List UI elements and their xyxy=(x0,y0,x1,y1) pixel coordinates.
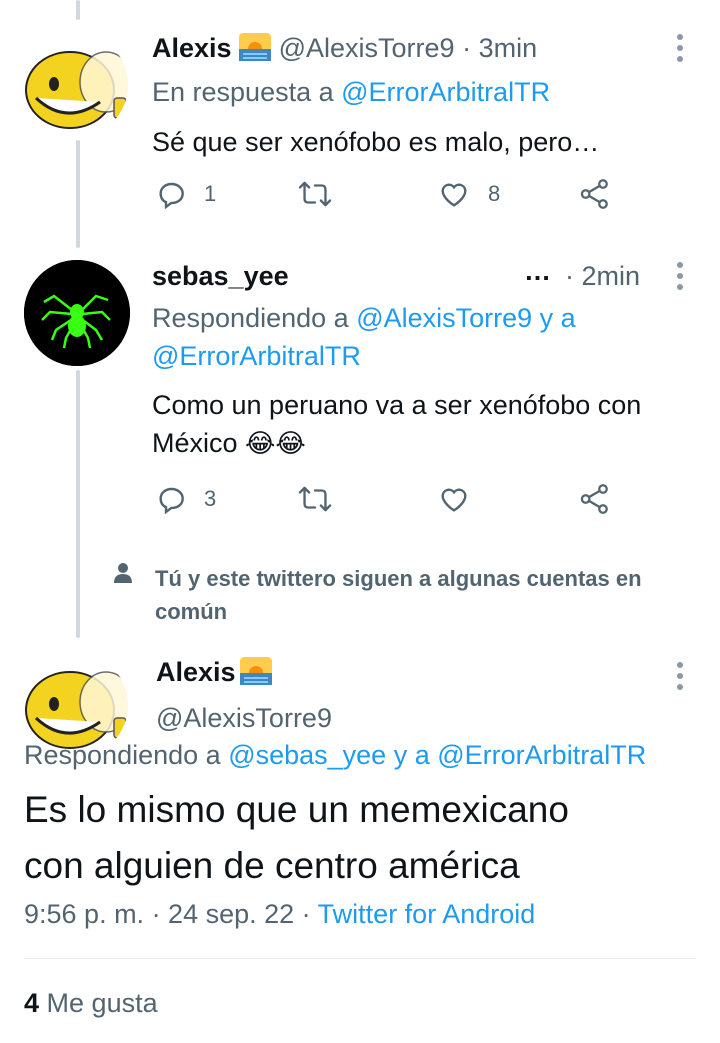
thread-line-mid xyxy=(76,140,80,248)
handle[interactable]: @AlexisTorre9 xyxy=(279,33,455,63)
mutual-text-line-1: Tú y este twittero siguen a algunas cuen… xyxy=(155,566,642,591)
reply-button[interactable]: 3 xyxy=(156,483,216,515)
reply-icon xyxy=(159,487,184,515)
reply-count: 1 xyxy=(204,181,217,206)
tweet-text-line-2: con alguien de centro américa xyxy=(24,845,520,886)
share-icon xyxy=(580,484,608,514)
likes-count: 4 xyxy=(24,988,40,1018)
like-button[interactable]: 8 xyxy=(438,178,500,210)
reply-prefix: Respondiendo a xyxy=(152,303,349,333)
tweet-text-line-1: Como un peruano va a ser xenófobo con xyxy=(152,390,642,420)
reply-prefix: Respondiendo a xyxy=(24,740,221,770)
tweet-timestamp[interactable]: 9:56 p. m. · 24 sep. 22 · xyxy=(24,899,311,929)
sunrise-emoji xyxy=(240,657,273,685)
more-icon[interactable] xyxy=(676,262,684,290)
like-count: 8 xyxy=(488,181,501,206)
tweet-text: Sé que ser xenófobo es malo, pero… xyxy=(152,127,600,157)
tweet-text-line-1: Es lo mismo que un memexicano xyxy=(24,789,569,830)
retweet-icon xyxy=(298,181,332,207)
timestamp[interactable]: · 3min xyxy=(462,33,537,63)
display-name[interactable]: sebas_yee xyxy=(152,261,289,292)
share-button[interactable] xyxy=(579,178,611,210)
reply-mention-2[interactable]: @ErrorArbitralTR xyxy=(152,337,361,375)
reply-prefix: En respuesta a xyxy=(152,77,334,107)
display-name[interactable]: Alexis xyxy=(156,657,236,687)
more-icon[interactable] xyxy=(676,662,684,690)
timestamp[interactable]: · 2min xyxy=(565,261,640,292)
reply-mention-1[interactable]: @AlexisTorre9 xyxy=(356,303,532,333)
like-icon xyxy=(441,488,467,512)
reply-connector[interactable]: y a xyxy=(540,303,576,333)
handle[interactable]: @AlexisTorre9 xyxy=(156,703,332,734)
mutual-text-line-2: común xyxy=(155,599,228,624)
likes-summary[interactable]: 4 Me gusta xyxy=(24,988,158,1019)
tweet-text-line-2: México xyxy=(152,428,238,458)
retweet-button[interactable] xyxy=(298,483,332,515)
name-ellipsis: … xyxy=(524,256,551,286)
reply-mention[interactable]: @ErrorArbitralTR xyxy=(341,77,550,107)
reply-count: 3 xyxy=(204,486,217,511)
avatar[interactable] xyxy=(24,260,130,366)
reply-button[interactable]: 1 xyxy=(156,178,216,210)
reply-mention-2[interactable]: @ErrorArbitralTR xyxy=(437,740,646,770)
retweet-icon xyxy=(298,486,332,512)
reply-mention-1[interactable]: @sebas_yee xyxy=(228,740,386,770)
avatar[interactable] xyxy=(22,32,128,138)
like-button[interactable] xyxy=(438,483,470,515)
sunrise-emoji xyxy=(239,33,272,61)
share-button[interactable] xyxy=(579,483,611,515)
reply-icon xyxy=(159,182,184,210)
likes-label: Me gusta xyxy=(46,988,158,1018)
thread-line-bottom xyxy=(76,370,80,638)
display-name[interactable]: Alexis xyxy=(152,33,232,63)
more-icon[interactable] xyxy=(676,34,684,62)
person-icon xyxy=(114,563,132,583)
laughing-emoji: 😂😂 xyxy=(245,428,306,458)
retweet-button[interactable] xyxy=(298,178,332,210)
reply-connector[interactable]: y a xyxy=(394,740,430,770)
thread-line-top xyxy=(76,0,80,20)
like-icon xyxy=(441,183,467,207)
share-icon xyxy=(580,179,608,209)
tweet-client[interactable]: Twitter for Android xyxy=(318,899,536,929)
divider xyxy=(24,958,696,959)
